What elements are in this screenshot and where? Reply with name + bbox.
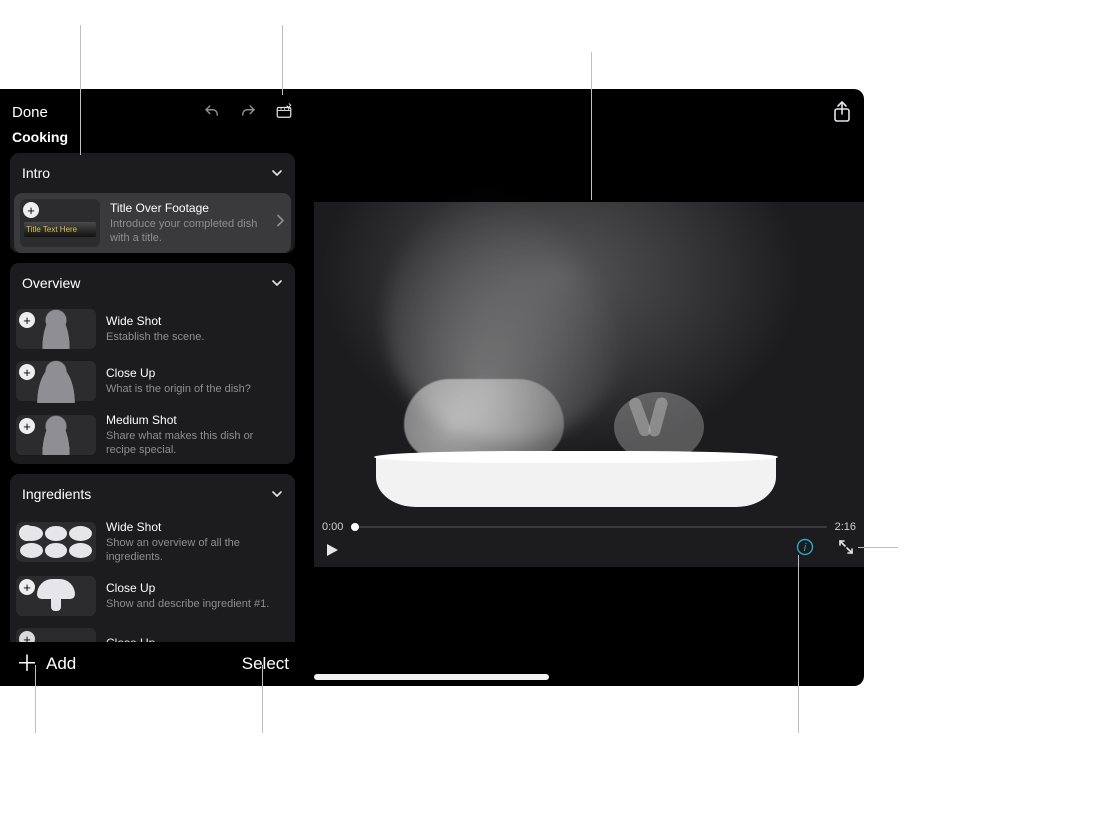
preview-player: 0:00 2:16 i: [314, 202, 864, 567]
scrub-playhead[interactable]: [351, 523, 359, 531]
undo-icon[interactable]: [203, 103, 221, 121]
share-icon[interactable]: [832, 101, 852, 123]
ingredients-grid-icon: [20, 526, 92, 558]
clip-thumbnail: +: [16, 361, 96, 401]
sidebar-top-bar: Done: [0, 89, 305, 121]
callout-line: [591, 52, 592, 200]
chevron-down-icon: [271, 488, 283, 500]
preview-art: [314, 202, 864, 567]
callout-line: [282, 25, 283, 95]
clip-title: Close Up: [106, 581, 285, 595]
section-header-ingredients[interactable]: Ingredients: [10, 474, 295, 514]
project-name: Cooking: [0, 121, 305, 153]
add-label: Add: [46, 654, 76, 674]
clip-description: Introduce your completed dish with a tit…: [110, 217, 273, 246]
section-title: Overview: [22, 275, 80, 291]
redo-icon[interactable]: [239, 103, 257, 121]
time-total: 2:16: [835, 521, 856, 533]
chevron-down-icon: [271, 167, 283, 179]
clip-title: Close Up: [106, 366, 285, 380]
add-button[interactable]: ＋ Add: [16, 653, 76, 675]
section-ingredients: Ingredients + Wide Shot Show an overv: [10, 474, 295, 665]
clip-thumbnail: + Title Text Here: [20, 199, 100, 247]
clip-thumbnail: +: [16, 415, 96, 455]
top-icons: [203, 103, 293, 121]
add-media-icon[interactable]: +: [19, 312, 35, 328]
callout-line: [35, 665, 36, 733]
clip-title: Wide Shot: [106, 314, 285, 328]
sidebar-footer: ＋ Add Select: [0, 642, 305, 686]
clip-row-medium-shot[interactable]: + Medium Shot Share what makes this dish…: [10, 407, 295, 464]
scrub-track[interactable]: [351, 526, 826, 528]
silhouette-icon: [40, 309, 72, 349]
fullscreen-icon[interactable]: [838, 539, 854, 560]
section-title: Intro: [22, 165, 50, 181]
clip-row-close-up[interactable]: + Close Up What is the origin of the dis…: [10, 355, 295, 407]
time-current: 0:00: [322, 521, 343, 533]
callout-line: [798, 555, 799, 733]
section-intro: Intro + Title Text Here Title Over Foota…: [10, 153, 295, 253]
clip-title: Title Over Footage: [110, 201, 273, 215]
svg-text:i: i: [804, 542, 807, 554]
silhouette-icon: [34, 359, 78, 403]
add-media-icon[interactable]: +: [19, 364, 35, 380]
section-header-intro[interactable]: Intro: [10, 153, 295, 193]
clip-description: What is the origin of the dish?: [106, 382, 285, 396]
clip-description: Show and describe ingredient #1.: [106, 597, 285, 611]
add-media-icon[interactable]: +: [19, 418, 35, 434]
callout-line: [80, 25, 81, 155]
clip-row-ingredients-wide[interactable]: + Wide Shot Show an overview of all the …: [10, 514, 295, 571]
clip-description: Share what makes this dish or recipe spe…: [106, 429, 285, 458]
callout-line: [858, 547, 898, 548]
clip-row-ingredient-1[interactable]: + Close Up Show and describe ingredient …: [10, 570, 295, 622]
section-title: Ingredients: [22, 486, 91, 502]
thumb-title-text: Title Text Here: [24, 222, 96, 237]
play-icon[interactable]: [324, 542, 340, 558]
add-media-icon[interactable]: +: [19, 579, 35, 595]
sidebar: Done Cooking Intro: [0, 89, 305, 686]
clip-row-wide-shot[interactable]: + Wide Shot Establish the scene.: [10, 303, 295, 355]
chevron-down-icon: [271, 277, 283, 289]
section-overview: Overview + Wide Shot Establish the scene…: [10, 263, 295, 464]
select-button[interactable]: Select: [242, 654, 289, 674]
chevron-right-icon: [275, 214, 285, 233]
clip-text: Title Over Footage Introduce your comple…: [110, 201, 273, 246]
clip-title: Wide Shot: [106, 520, 285, 534]
clip-description: Establish the scene.: [106, 330, 285, 344]
clip-thumbnail: +: [16, 309, 96, 349]
clip-description: Show an overview of all the ingredients.: [106, 536, 285, 565]
storyboard-icon[interactable]: [275, 103, 293, 121]
timeline-strip[interactable]: [314, 674, 549, 680]
clip-row-title-over-footage[interactable]: + Title Text Here Title Over Footage Int…: [14, 193, 291, 253]
clip-title: Medium Shot: [106, 413, 285, 427]
silhouette-icon: [40, 415, 72, 455]
done-button[interactable]: Done: [12, 104, 48, 121]
scrubber[interactable]: 0:00 2:16: [314, 521, 864, 533]
app-frame: Done Cooking Intro: [0, 89, 864, 686]
add-media-icon[interactable]: +: [23, 202, 39, 218]
ingredient-icon: [37, 579, 75, 613]
section-list: Intro + Title Text Here Title Over Foota…: [0, 153, 305, 674]
player-controls: i: [314, 538, 864, 561]
clip-thumbnail: +: [16, 576, 96, 616]
section-header-overview[interactable]: Overview: [10, 263, 295, 303]
clip-thumbnail: +: [16, 522, 96, 562]
callout-line: [262, 665, 263, 733]
